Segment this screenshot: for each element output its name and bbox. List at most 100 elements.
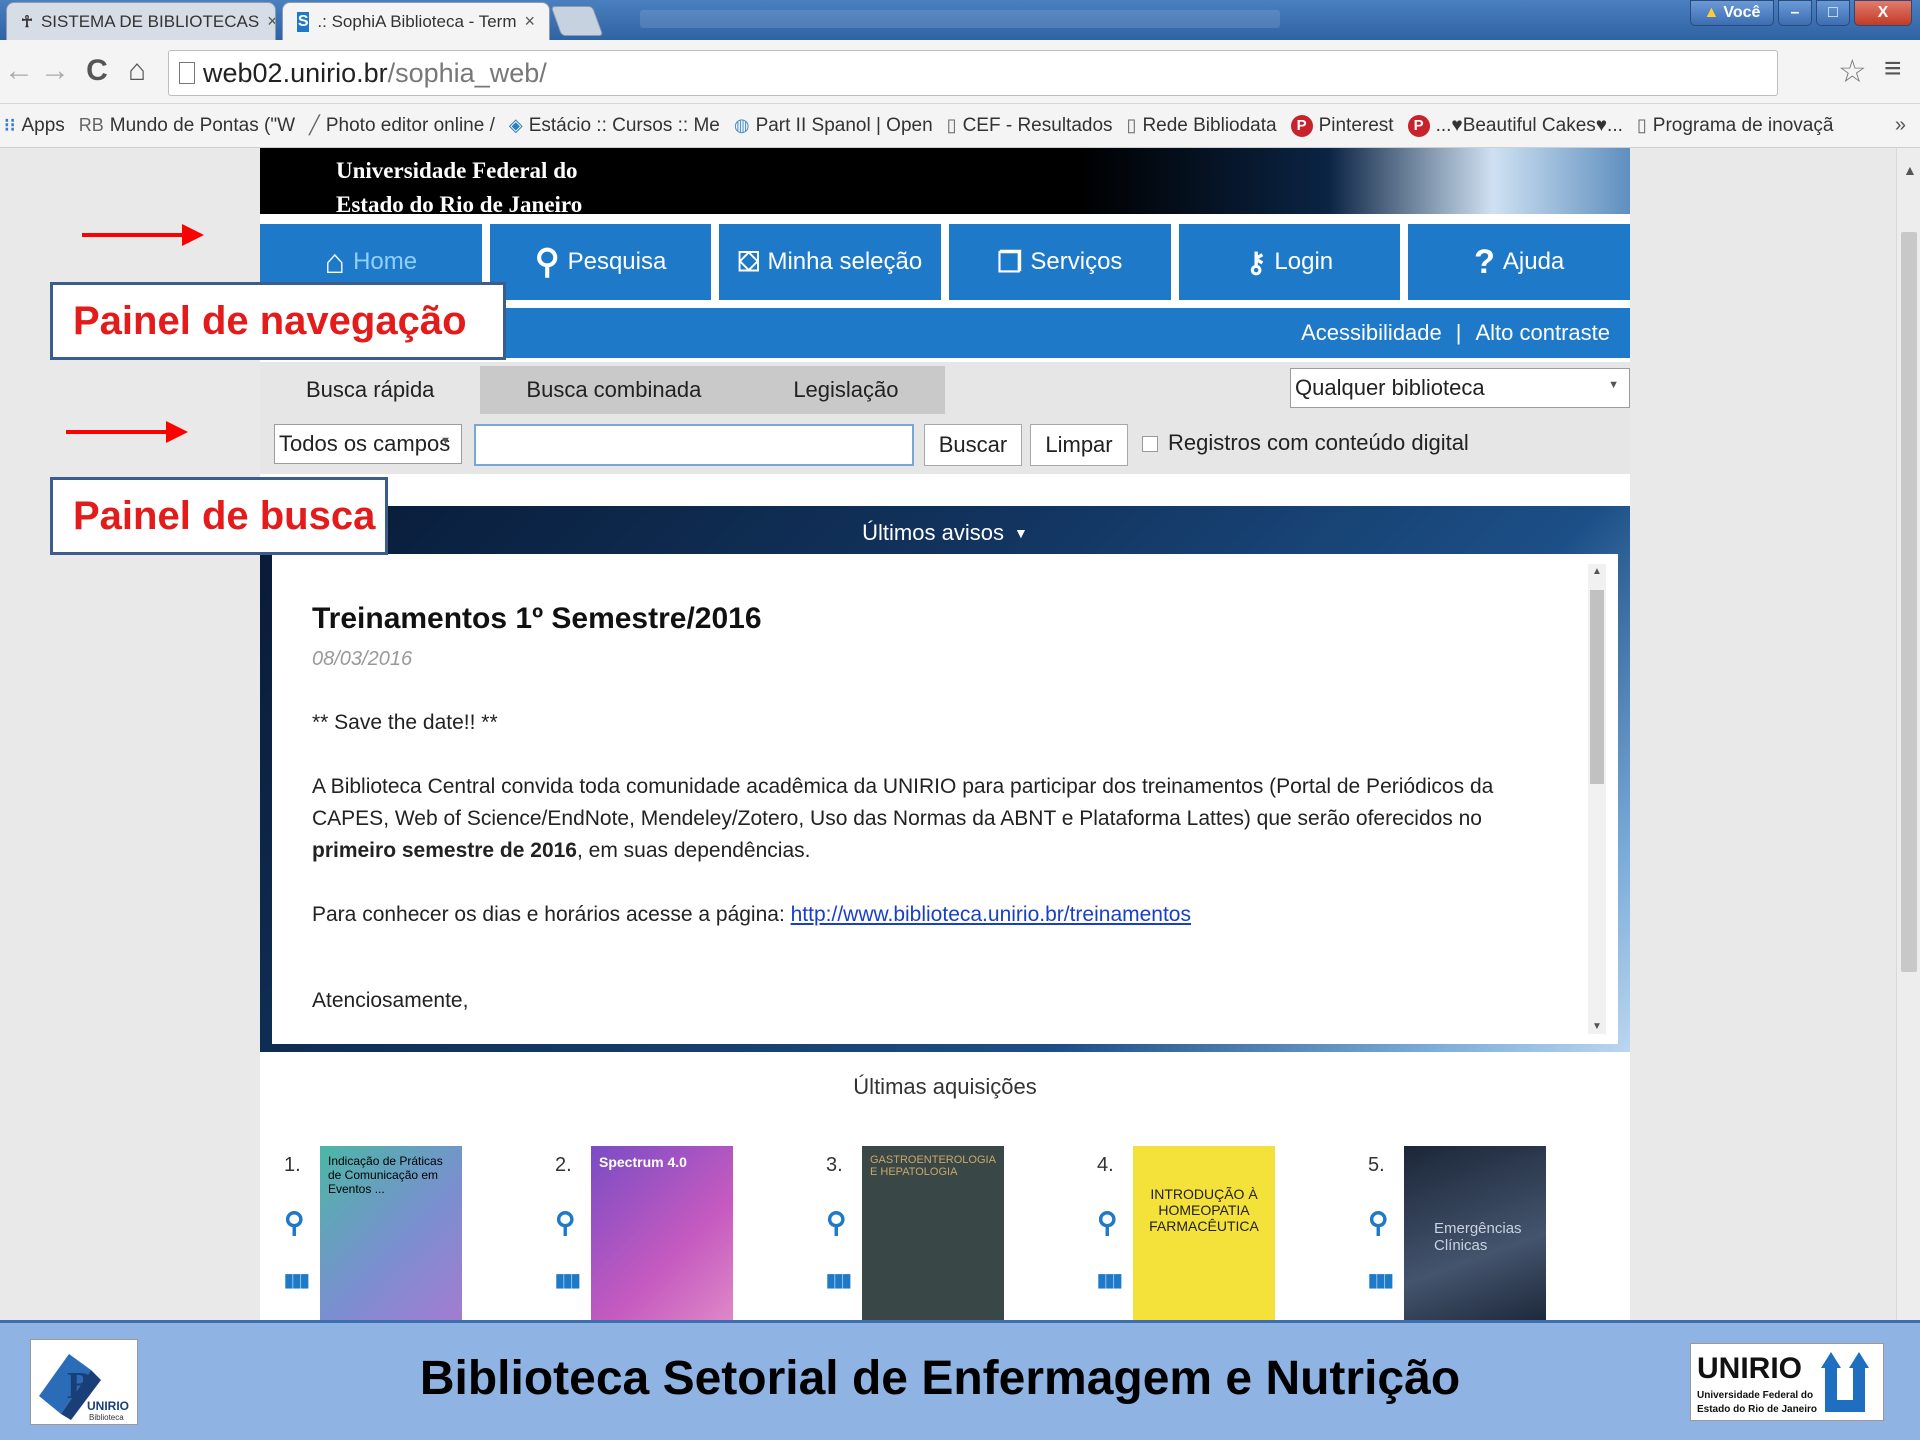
annotation-arrow-search bbox=[66, 421, 188, 443]
university-name-line-2: Estado do Rio de Janeiro bbox=[336, 192, 583, 214]
tab-sistema-bibliotecas[interactable]: ☥ SISTEMA DE BIBLIOTECAS × bbox=[6, 2, 276, 40]
screenshot: ☥ SISTEMA DE BIBLIOTECAS × S .: SophiA B… bbox=[0, 0, 1920, 1440]
minimize-button[interactable]: – bbox=[1778, 0, 1812, 26]
tab-sophia-biblioteca[interactable]: S .: SophiA Biblioteca - Term × bbox=[282, 2, 550, 40]
bookmark-photo-editor[interactable]: ╱ Photo editor online / bbox=[309, 115, 495, 137]
scroll-up-icon[interactable]: ▲ bbox=[1592, 566, 1602, 577]
bookmark-beautiful-cakes[interactable]: P ...♥Beautiful Cakes♥... bbox=[1407, 114, 1623, 137]
book-cover[interactable]: Spectrum 4.0 bbox=[591, 1146, 733, 1320]
tab-close-icon[interactable]: × bbox=[267, 11, 275, 32]
back-arrow-icon[interactable]: ← bbox=[2, 54, 36, 88]
news-date: 08/03/2016 bbox=[312, 648, 413, 670]
logo-biblioteca-text: Biblioteca bbox=[89, 1413, 124, 1422]
page-icon bbox=[179, 62, 195, 84]
book-cover[interactable]: GASTROENTEROLOGIA E HEPATOLOGIA bbox=[862, 1146, 1004, 1320]
search-icon[interactable]: ⚲ bbox=[1097, 1206, 1118, 1239]
bookmark-label: Mundo de Pontas ("W bbox=[109, 114, 296, 136]
scroll-down-icon[interactable]: ▼ bbox=[1592, 1021, 1602, 1032]
new-tab-button[interactable] bbox=[550, 6, 604, 36]
news-panel: Últimos avisos ▼ Treinamentos 1º Semestr… bbox=[260, 506, 1630, 1052]
search-icon[interactable]: ⚲ bbox=[826, 1206, 847, 1239]
bookmark-star-icon[interactable]: ☆ bbox=[1838, 52, 1867, 90]
digital-content-checkbox[interactable] bbox=[1142, 436, 1158, 452]
user-profile-button[interactable]: ▲ Você bbox=[1690, 0, 1774, 26]
browser-tab-strip: ☥ SISTEMA DE BIBLIOTECAS × S .: SophiA B… bbox=[0, 0, 1920, 40]
page-icon: ▯ bbox=[1636, 115, 1647, 135]
bookmark-estacio[interactable]: ◈ Estácio :: Cursos :: Me bbox=[509, 115, 720, 137]
accessibility-link[interactable]: Acessibilidade bbox=[1301, 320, 1442, 346]
browser-menu-icon[interactable]: ≡ bbox=[1884, 52, 1902, 86]
page-scrollbar-thumb[interactable] bbox=[1901, 232, 1917, 972]
book-number: 5. bbox=[1368, 1154, 1385, 1176]
bookmark-programa-de-inovacao[interactable]: ▯ Programa de inovaçã bbox=[1637, 115, 1834, 137]
library-books-icon[interactable]: ▮▮▮ bbox=[284, 1270, 310, 1291]
news-scrollbar-thumb[interactable] bbox=[1590, 590, 1604, 784]
book-cover[interactable]: Indicação de Práticas de Comunicação em … bbox=[320, 1146, 462, 1320]
bookmark-cef-resultados[interactable]: ▯ CEF - Resultados bbox=[947, 115, 1113, 137]
news-header[interactable]: Últimos avisos ▼ bbox=[266, 512, 1624, 554]
bookmark-rede-bibliodata[interactable]: ▯ Rede Bibliodata bbox=[1127, 115, 1277, 137]
nav-label: Home bbox=[353, 248, 418, 275]
forward-arrow-icon[interactable]: → bbox=[38, 54, 72, 88]
reload-icon[interactable]: C bbox=[80, 54, 114, 88]
search-icon[interactable]: ⚲ bbox=[284, 1206, 305, 1239]
nav-servicos[interactable]: ❐ Serviços bbox=[949, 224, 1171, 300]
bookmark-apps[interactable]: ⁝⁝ Apps bbox=[4, 115, 65, 137]
logo-line-2: Estado do Rio de Janeiro bbox=[1697, 1404, 1817, 1415]
news-paragraph: Para conhecer os dias e horários acesse … bbox=[312, 899, 1568, 931]
search-icon[interactable]: ⚲ bbox=[1368, 1206, 1389, 1239]
library-select[interactable]: Qualquer biblioteca ▼ bbox=[1290, 368, 1630, 408]
nav-login[interactable]: ⚷ Login bbox=[1178, 224, 1401, 300]
maximize-button[interactable]: □ bbox=[1816, 0, 1850, 26]
library-books-icon[interactable]: ▮▮▮ bbox=[1097, 1270, 1123, 1291]
page-scrollbar[interactable]: ▲ bbox=[1896, 148, 1920, 1320]
home-browser-icon[interactable]: ⌂ bbox=[120, 54, 154, 88]
tab-legislacao[interactable]: Legislação bbox=[747, 366, 945, 414]
acquisitions-list: 1. ⚲ ▮▮▮ Indicação de Práticas de Comuni… bbox=[284, 1146, 1624, 1320]
bookmark-pinterest[interactable]: P Pinterest bbox=[1290, 114, 1394, 137]
search-icon[interactable]: ⚲ bbox=[555, 1206, 576, 1239]
annotation-arrow-navigation bbox=[82, 224, 204, 246]
book-number: 1. bbox=[284, 1154, 301, 1176]
tab-busca-combinada[interactable]: Busca combinada bbox=[480, 366, 748, 414]
close-window-button[interactable]: X bbox=[1854, 0, 1912, 26]
search-button[interactable]: Buscar bbox=[924, 424, 1022, 466]
scroll-up-icon[interactable]: ▲ bbox=[1903, 162, 1917, 178]
tab-busca-rapida[interactable]: Busca rápida bbox=[260, 366, 481, 414]
acquisitions-title: Últimas aquisições bbox=[853, 1074, 1037, 1099]
book-cover-text: GASTROENTEROLOGIA E HEPATOLOGIA bbox=[870, 1154, 996, 1178]
search-field-select[interactable]: Todos os campos ▼ bbox=[274, 424, 462, 464]
clear-button[interactable]: Limpar bbox=[1030, 424, 1128, 466]
bookmark-label: Rede Bibliodata bbox=[1142, 114, 1277, 136]
logo-unirio-text: UNIRIO bbox=[87, 1399, 129, 1413]
training-link[interactable]: http://www.biblioteca.unirio.br/treiname… bbox=[791, 903, 1191, 926]
logo-line-1: Universidade Federal do bbox=[1697, 1390, 1813, 1401]
high-contrast-link[interactable]: Alto contraste bbox=[1475, 320, 1610, 346]
bookmarks-overflow-button[interactable]: » bbox=[1895, 114, 1906, 137]
tab-close-icon[interactable]: × bbox=[524, 11, 535, 32]
bookmark-part-ii-spanol[interactable]: ◍ Part II Spanol | Open bbox=[734, 115, 933, 137]
warning-icon: ▲ bbox=[1703, 4, 1720, 21]
library-books-icon[interactable]: ▮▮▮ bbox=[826, 1270, 852, 1291]
address-bar[interactable]: web02.unirio.br /sophia_web/ bbox=[168, 50, 1778, 96]
nav-pesquisa[interactable]: ⚲ Pesquisa bbox=[489, 224, 712, 300]
library-books-icon[interactable]: ▮▮▮ bbox=[1368, 1270, 1394, 1291]
news-scrollbar[interactable]: ▲ ▼ bbox=[1588, 564, 1606, 1034]
book-cover[interactable]: INTRODUÇÃO À HOMEOPATIA FARMACÊUTICA bbox=[1133, 1146, 1275, 1320]
book-cover-text: Emergências Clínicas bbox=[1434, 1220, 1522, 1254]
accessibility-separator: | bbox=[1455, 320, 1462, 345]
digital-content-label: Registros com conteúdo digital bbox=[1168, 430, 1469, 455]
nav-minha-selecao[interactable]: ⛋ Minha seleção bbox=[719, 224, 942, 300]
bookmark-label: Pinterest bbox=[1318, 114, 1394, 136]
nav-ajuda[interactable]: ? Ajuda bbox=[1408, 224, 1631, 300]
book-cover[interactable]: Emergências Clínicas bbox=[1404, 1146, 1546, 1320]
book-number: 2. bbox=[555, 1154, 572, 1176]
bookmark-mundo-de-pontas[interactable]: RB Mundo de Pontas ("W bbox=[79, 115, 295, 137]
search-input[interactable] bbox=[474, 424, 914, 466]
unirio-logo: UNIRIO Universidade Federal do Estado do… bbox=[1690, 1343, 1884, 1421]
help-icon: ? bbox=[1474, 242, 1495, 281]
library-books-icon[interactable]: ▮▮▮ bbox=[555, 1270, 581, 1291]
tab-favicon-icon: ☥ bbox=[21, 13, 33, 31]
nav-label: Serviços bbox=[1030, 248, 1123, 275]
callout-navigation-panel: Painel de navegação bbox=[50, 282, 506, 360]
